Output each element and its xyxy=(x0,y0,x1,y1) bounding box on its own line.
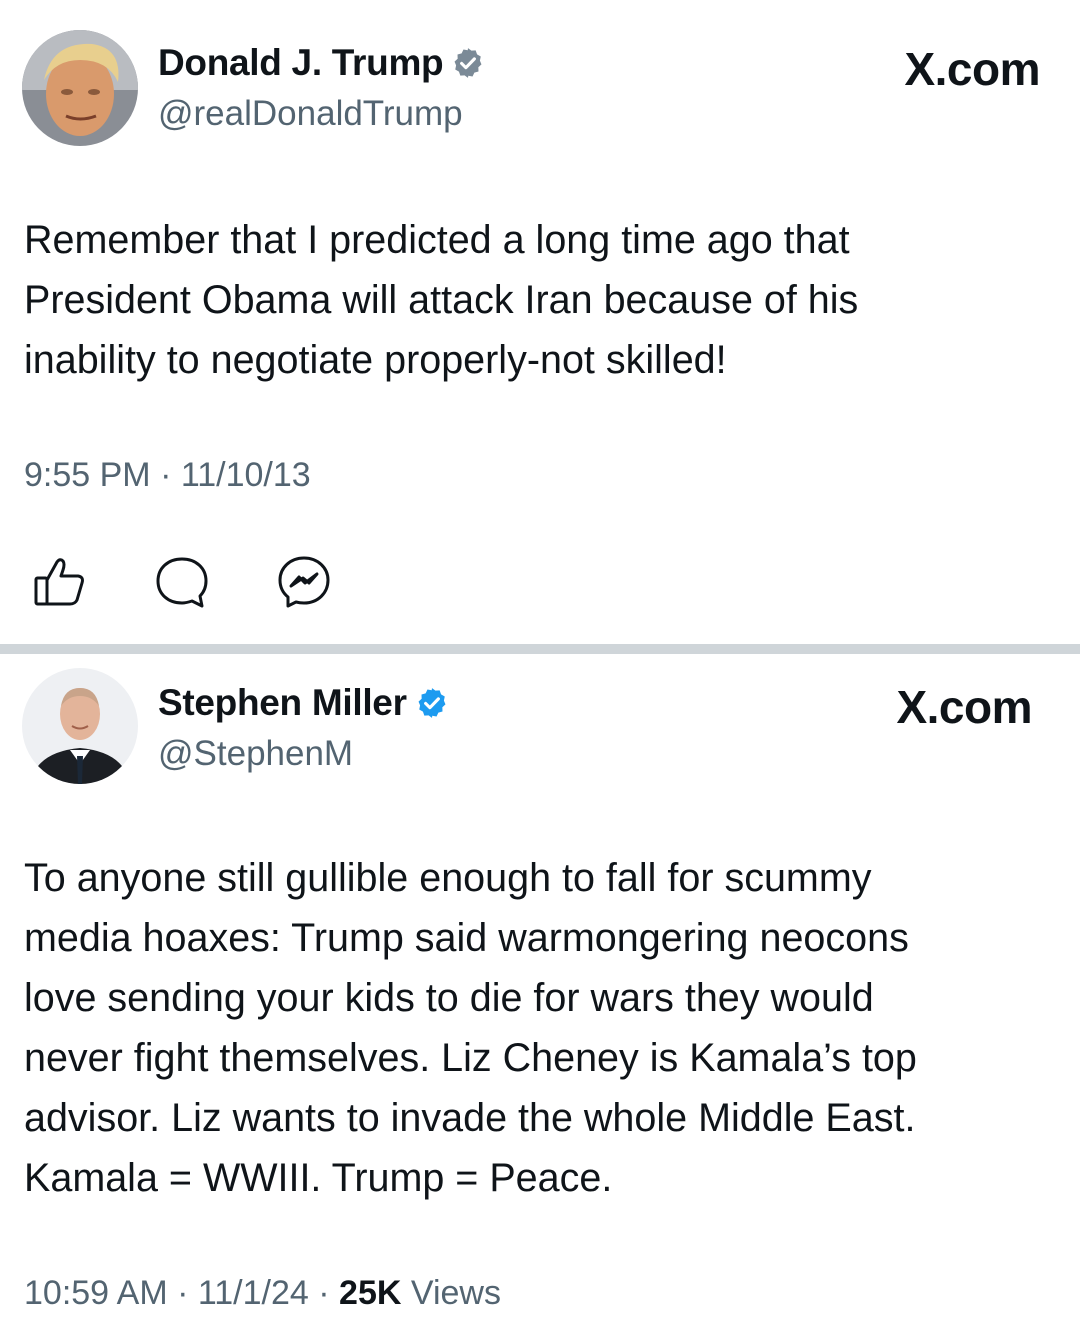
author-name[interactable]: Stephen Miller xyxy=(158,682,407,724)
x-logo-site: X.com xyxy=(896,680,1032,734)
author-handle[interactable]: @StephenM xyxy=(158,734,353,774)
tweet-card-trump: Donald J. Trump @realDonaldTrump X.com R… xyxy=(0,0,1080,644)
avatar[interactable] xyxy=(22,668,138,784)
tweet-divider xyxy=(0,644,1080,654)
verified-badge-icon xyxy=(415,686,449,720)
views-count: 25K xyxy=(339,1274,402,1312)
author-name[interactable]: Donald J. Trump xyxy=(158,42,444,84)
separator: · xyxy=(318,1274,330,1312)
site-label: X.com xyxy=(896,681,1032,733)
author-name-row: Stephen Miller xyxy=(158,682,449,724)
tweet-date: 11/1/24 xyxy=(197,1274,309,1312)
tweet-time: 9:55 PM xyxy=(24,456,151,494)
tweet-text: Remember that I predicted a long time ag… xyxy=(24,218,859,382)
tweet-timestamp[interactable]: 9:55 PM · 11/10/13 xyxy=(24,456,311,495)
views-label: Views xyxy=(410,1274,501,1312)
separator: · xyxy=(177,1274,189,1312)
x-logo-site: X.com xyxy=(904,42,1040,96)
separator: · xyxy=(160,456,172,494)
author-name-row: Donald J. Trump xyxy=(158,42,485,84)
site-label: X.com xyxy=(904,43,1040,95)
verified-badge-icon xyxy=(451,46,485,80)
tweet-time: 10:59 AM xyxy=(24,1274,168,1312)
tweet-date: 11/10/13 xyxy=(180,456,311,494)
tweet-timestamp[interactable]: 10:59 AM · 11/1/24 · 25K Views xyxy=(24,1274,501,1313)
avatar[interactable] xyxy=(22,30,138,146)
tweet-card-miller: Stephen Miller @StephenM X.com To anyone… xyxy=(0,654,1080,1342)
messenger-icon[interactable] xyxy=(274,552,334,612)
author-handle[interactable]: @realDonaldTrump xyxy=(158,94,463,134)
like-icon[interactable] xyxy=(30,552,90,612)
reply-icon[interactable] xyxy=(152,552,212,612)
tweet-actions xyxy=(30,552,396,612)
tweet-text: To anyone still gullible enough to fall … xyxy=(24,856,917,1200)
